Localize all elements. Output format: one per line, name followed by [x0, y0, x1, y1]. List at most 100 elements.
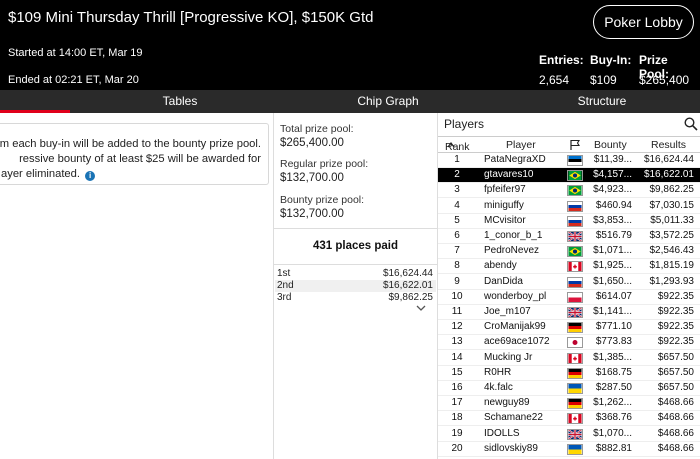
bounty-cell: $1,070...: [593, 427, 632, 439]
tab-tables[interactable]: Tables: [120, 90, 240, 113]
ee-flag-icon: [567, 155, 583, 166]
rank-header[interactable]: Rank: [445, 139, 470, 153]
br-flag-icon: [567, 185, 583, 197]
result-cell: $7,030.15: [649, 199, 695, 211]
table-row[interactable]: 11 Joe_m107 $1,141... $922.35: [438, 305, 700, 320]
pl-flag-icon: [567, 291, 583, 303]
rank-cell: 13: [451, 336, 463, 348]
payout-row: 3rd $9,862.25: [275, 292, 436, 304]
result-cell: $922.35: [657, 306, 694, 317]
players-table-header: Rank Player Bounty Results: [438, 136, 700, 153]
table-row[interactable]: 3 fpfeifer97 $4,923... $9,862.25: [438, 183, 700, 199]
ca-flag-icon: [567, 352, 583, 364]
table-row[interactable]: 17 newguy89 $1,262... $468.66: [438, 396, 700, 412]
bounty-cell: $3,853...: [593, 214, 632, 226]
info-icon[interactable]: i: [85, 171, 96, 181]
table-row[interactable]: 12 CroManijak99 $771.10 $922.35: [438, 320, 700, 336]
table-row[interactable]: 7 PedroNevez $1,071... $2,546.43: [438, 244, 700, 260]
result-cell: $468.66: [657, 442, 694, 454]
rank-cell: 18: [451, 412, 463, 424]
result-cell: $468.66: [657, 427, 694, 439]
table-row[interactable]: 9 DanDida $1,650... $1,293.93: [438, 275, 700, 290]
bounty-cell: $287.50: [595, 382, 632, 393]
ru-flag-icon: [567, 276, 583, 288]
de-flag-icon: [567, 322, 583, 334]
table-row[interactable]: 6 1_conor_b_1 $516.79 $3,572.25: [438, 229, 700, 244]
table-row[interactable]: 2 gtavares10 $4,157... $16,622.01: [438, 168, 700, 184]
table-row[interactable]: 16 4k.falc $287.50 $657.50: [438, 381, 700, 396]
br-flag-icon: [567, 246, 583, 258]
bounty-cell: $1,071...: [593, 245, 632, 257]
player-name-cell: ace69ace1072: [484, 336, 550, 348]
result-cell: $657.50: [657, 351, 694, 363]
player-header[interactable]: Player: [506, 139, 536, 151]
bounty-cell: $4,923...: [593, 184, 632, 196]
table-row[interactable]: 10 wonderboy_pl $614.07 $922.35: [438, 290, 700, 305]
bounty-cell: $168.75: [595, 366, 632, 378]
bounty-header[interactable]: Bounty: [594, 139, 627, 151]
rank-cell: 17: [451, 397, 463, 409]
results-header[interactable]: Results: [651, 139, 686, 151]
bounty-info-box: m each buy-in will be added to the bount…: [0, 123, 269, 185]
rank-cell: 8: [454, 260, 460, 272]
rank-cell: 2: [454, 169, 460, 181]
rank-cell: 10: [451, 290, 463, 302]
table-row[interactable]: 1 PataNegraXD $11,39... $16,624.44: [438, 153, 700, 168]
bounty-cell: $614.07: [595, 290, 632, 302]
ru-flag-icon: [567, 200, 583, 212]
table-row[interactable]: 13 ace69ace1072 $773.83 $922.35: [438, 335, 700, 351]
player-name-cell: R0HR: [484, 366, 512, 378]
payout-row: 2nd $16,622.01: [275, 280, 436, 292]
entries-label: Entries:: [539, 53, 584, 67]
table-row[interactable]: 15 R0HR $168.75 $657.50: [438, 366, 700, 381]
table-row[interactable]: 19 IDOLLS $1,070... $468.66: [438, 427, 700, 442]
player-name-cell: wonderboy_pl: [484, 290, 547, 302]
de-flag-icon: [567, 398, 583, 410]
bounty-cell: $1,262...: [593, 397, 632, 409]
player-name-cell: sidlovskiy89: [484, 442, 538, 454]
places-paid: 431 places paid: [274, 228, 437, 265]
table-row[interactable]: 5 MCvisitor $3,853... $5,011.33: [438, 214, 700, 229]
table-row[interactable]: 18 Schamane22 $368.76 $468.66: [438, 411, 700, 427]
player-name-cell: miniguffy: [484, 199, 524, 211]
player-name-cell: IDOLLS: [484, 427, 520, 439]
tab-bar: Tables Chip Graph Structure: [0, 90, 700, 113]
flag-header-icon[interactable]: [569, 139, 581, 154]
player-name-cell: fpfeifer97: [484, 184, 526, 196]
rank-cell: 12: [451, 321, 463, 333]
poker-lobby-button[interactable]: Poker Lobby: [593, 5, 694, 39]
search-icon[interactable]: [684, 117, 698, 131]
result-cell: $922.35: [657, 321, 694, 333]
player-name-cell: 1_conor_b_1: [484, 230, 543, 241]
bounty-cell: $773.83: [595, 336, 632, 348]
de-flag-icon: [567, 367, 583, 379]
tab-chip-graph[interactable]: Chip Graph: [318, 90, 458, 113]
tab-structure[interactable]: Structure: [542, 90, 662, 113]
bounty-prize-label: Bounty prize pool:: [280, 194, 365, 206]
start-time: Started at 14:00 ET, Mar 19: [8, 47, 143, 59]
table-row[interactable]: 4 miniguffy $460.94 $7,030.15: [438, 199, 700, 214]
result-cell: $1,815.19: [649, 260, 695, 272]
table-row[interactable]: 8 abendy $1,925... $1,815.19: [438, 259, 700, 275]
player-name-cell: Schamane22: [484, 412, 543, 424]
rank-cell: 9: [454, 275, 460, 287]
player-name-cell: Joe_m107: [484, 306, 531, 317]
rank-cell: 15: [451, 366, 463, 378]
table-row[interactable]: 14 Mucking Jr $1,385... $657.50: [438, 351, 700, 366]
rank-cell: 1: [454, 154, 460, 165]
bounty-cell: $1,385...: [593, 351, 632, 363]
bounty-cell: $1,925...: [593, 260, 632, 272]
chevron-down-icon[interactable]: [415, 303, 427, 313]
player-name-cell: Mucking Jr: [484, 351, 533, 363]
rank-cell: 19: [451, 427, 463, 439]
divider: [273, 113, 274, 459]
table-row[interactable]: 20 sidlovskiy89 $882.81 $468.66: [438, 442, 700, 457]
jp-flag-icon: [567, 337, 583, 349]
info-line-2: ressive bounty of at least $25 will be a…: [19, 153, 261, 165]
rank-cell: 6: [454, 230, 460, 241]
result-cell: $5,011.33: [650, 214, 694, 226]
player-name-cell: abendy: [484, 260, 517, 272]
result-cell: $468.66: [657, 412, 694, 424]
result-cell: $16,622.01: [643, 169, 694, 181]
result-cell: $922.35: [657, 290, 694, 302]
